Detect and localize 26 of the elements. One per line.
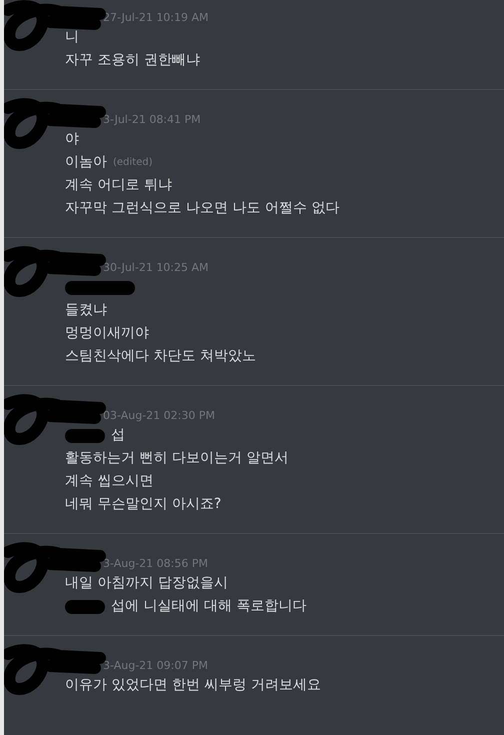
message-timestamp: 3-Aug-21 08:56 PM bbox=[102, 556, 209, 572]
message-text: 스팀친삭에다 차단도 쳐박았노 bbox=[65, 347, 256, 366]
message-text: 내일 아침까지 답장없을시 bbox=[65, 574, 228, 593]
message-text: 섭에 니실태에 대해 폭로합니다 bbox=[111, 597, 306, 616]
message-text: 니 bbox=[65, 28, 79, 47]
redaction-scribble bbox=[65, 600, 105, 614]
message-text: 네뭐 무슨말인지 아시죠? bbox=[65, 495, 222, 514]
message-text: 활동하는거 뻔히 다보이는거 알면서 bbox=[65, 449, 288, 468]
edited-label: (edited) bbox=[113, 156, 153, 170]
redaction-scribble bbox=[65, 428, 105, 442]
message-text: 자꾸 조용히 권한빼냐 bbox=[65, 51, 200, 70]
message-text: 이놈아 bbox=[65, 153, 107, 172]
message-text: 멍멍이새끼야 bbox=[65, 324, 149, 343]
message-text: 야 bbox=[65, 130, 79, 149]
message-text: 들켰냐 bbox=[65, 301, 107, 320]
message-text: 이유가 있었다면 한번 씨부렁 거려보세요 bbox=[65, 676, 321, 695]
message-timestamp: 3-Aug-21 09:07 PM bbox=[102, 658, 209, 674]
message-timestamp: 30-Jul-21 10:25 AM bbox=[102, 260, 210, 276]
message-timestamp: 03-Aug-21 02:30 PM bbox=[102, 408, 216, 424]
message-text: 계속 씹으시면 bbox=[65, 472, 154, 491]
message-text: 계속 어디로 튀냐 bbox=[65, 176, 172, 195]
redaction-scribble bbox=[65, 280, 135, 294]
message-timestamp: 3-Jul-21 08:41 PM bbox=[102, 112, 202, 128]
message-text: 섭 bbox=[111, 426, 125, 445]
message-text: 자꾸막 그런식으로 나오면 나도 어쩔수 없다 bbox=[65, 199, 340, 218]
message-timestamp: 27-Jul-21 10:19 AM bbox=[102, 10, 210, 26]
